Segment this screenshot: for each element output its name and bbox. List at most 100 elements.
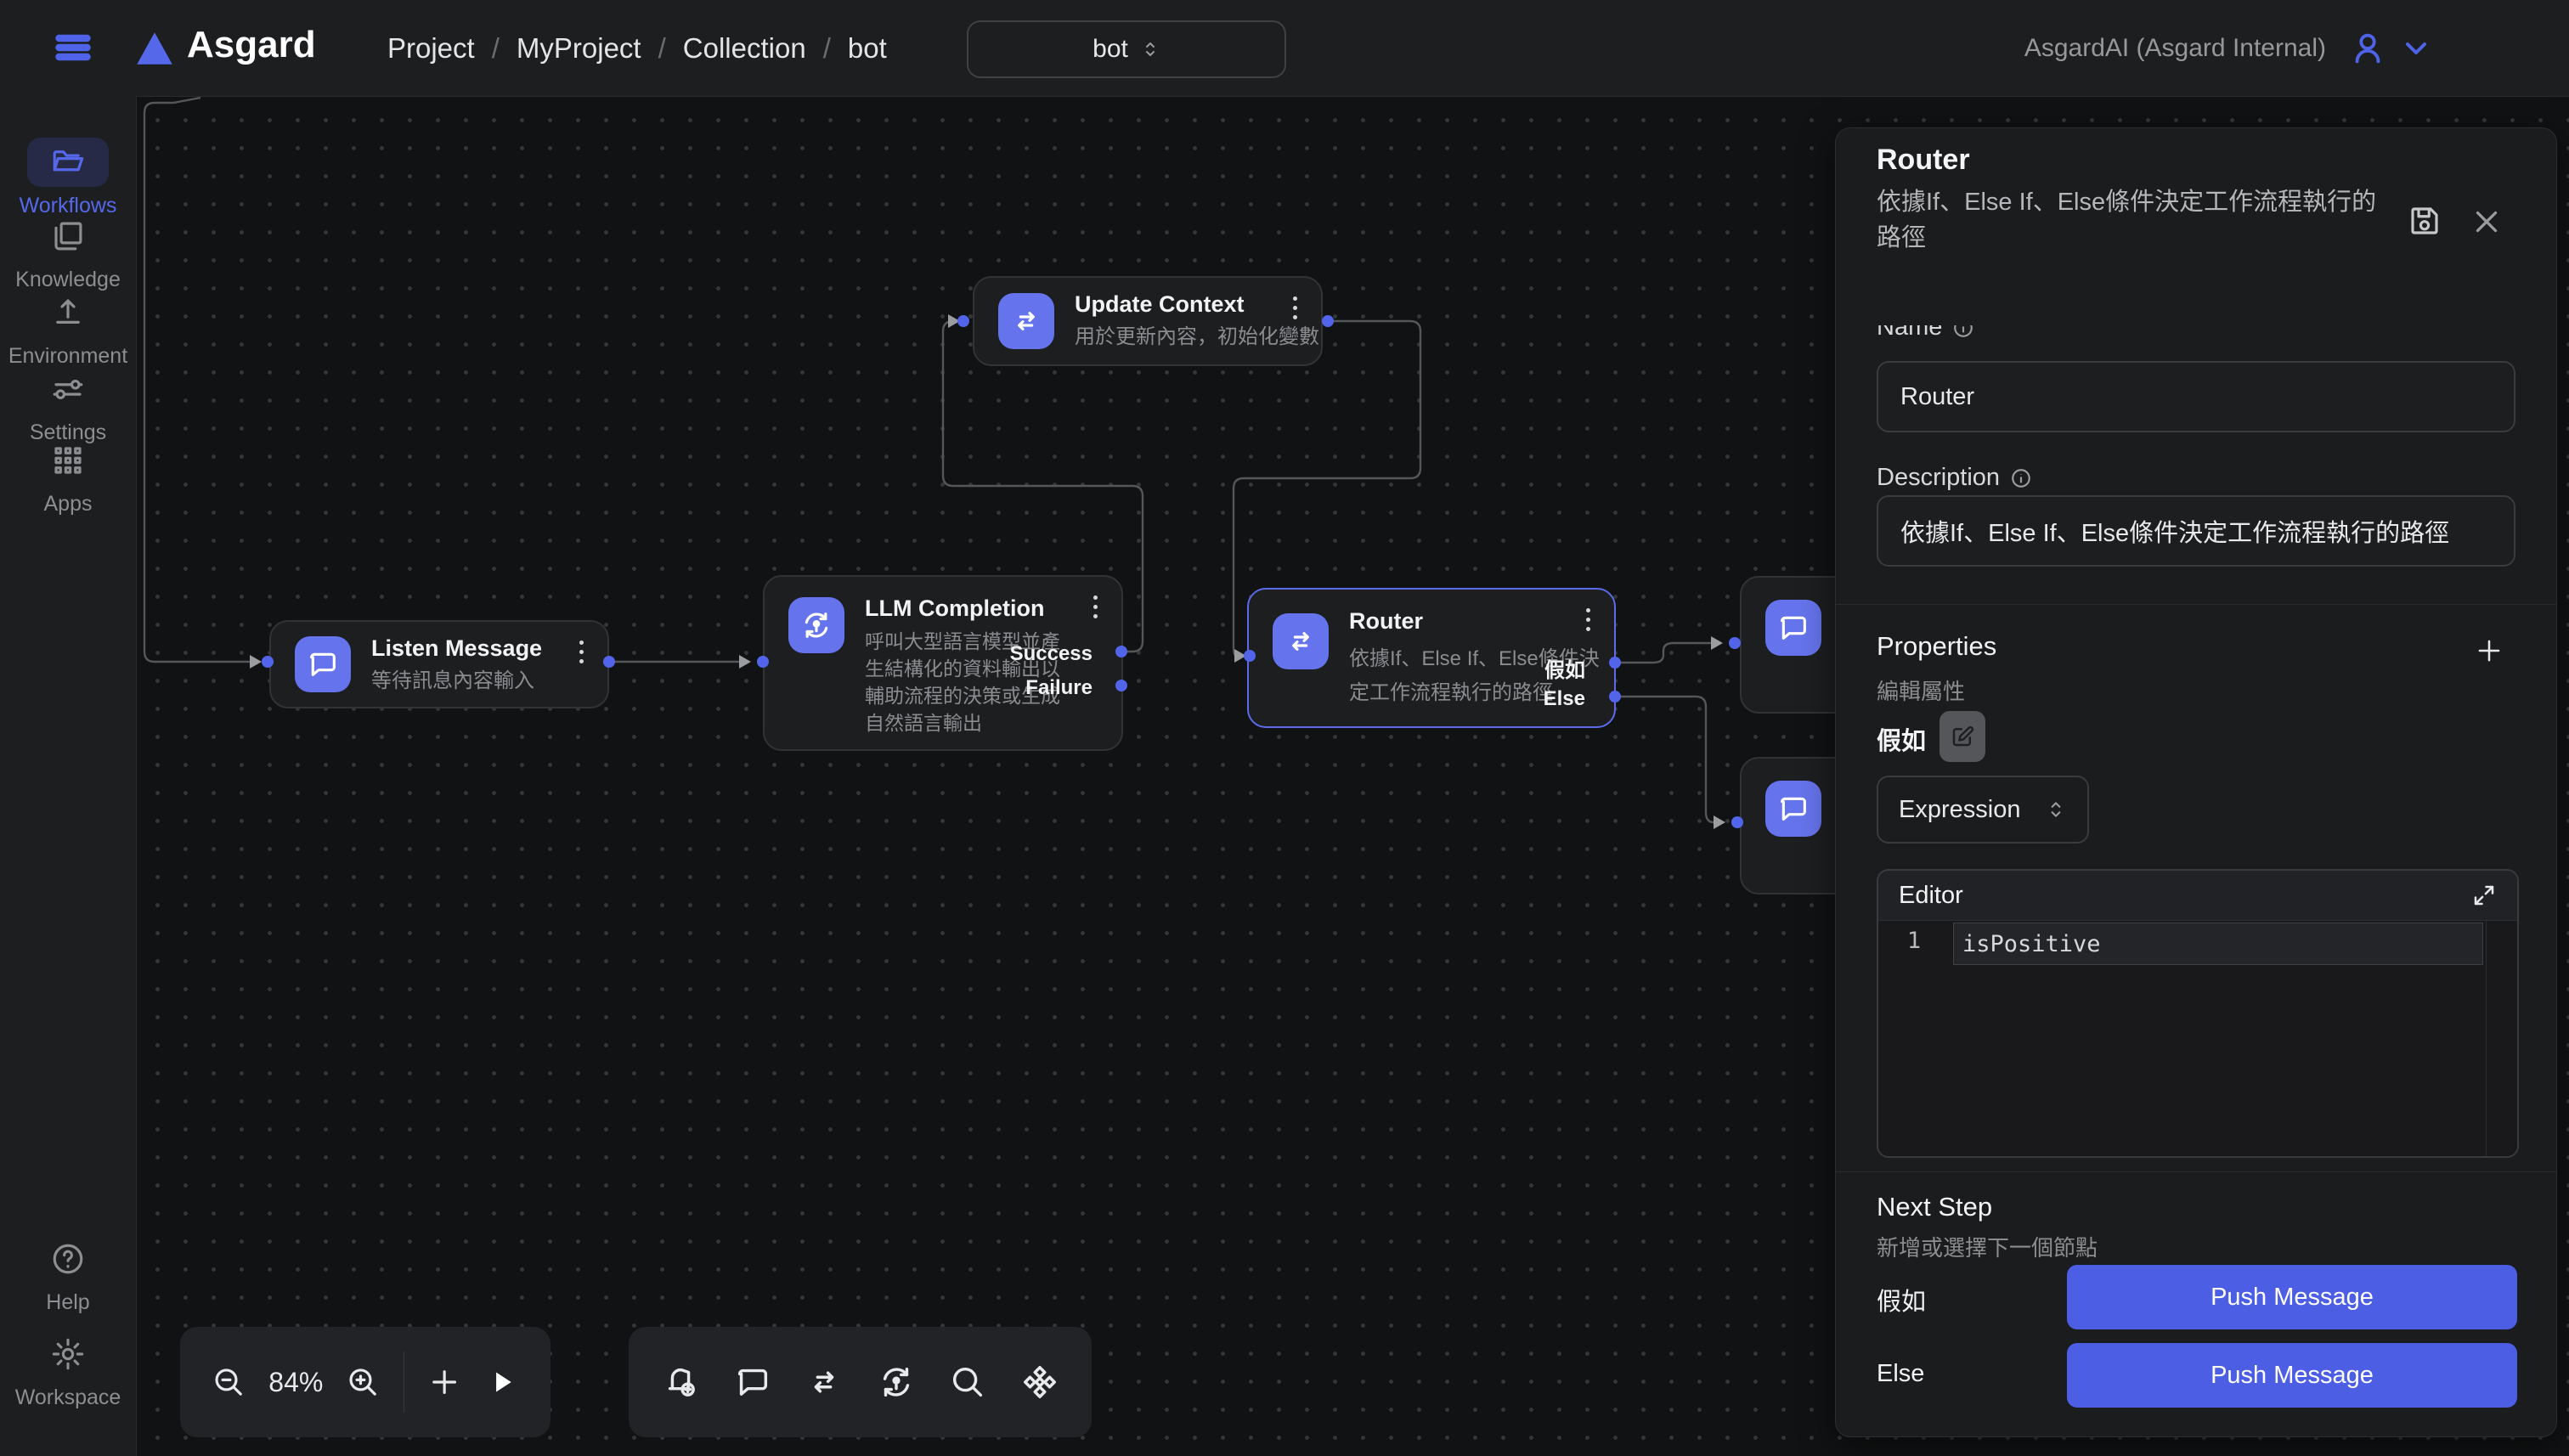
add-property-icon[interactable] <box>2473 635 2505 667</box>
listen-message-tool-icon[interactable] <box>661 1363 700 1402</box>
node-menu-icon[interactable] <box>1091 595 1099 624</box>
code-text: isPositive <box>1962 931 2101 957</box>
properties-title: Properties <box>1877 631 1996 662</box>
properties-subtitle: 編輯屬性 <box>1877 674 1965 706</box>
help-icon <box>50 1241 86 1277</box>
node-llm-completion[interactable]: LLM Completion 呼叫大型語言模型並產生結構化的資料輸出以輔助流程的… <box>763 575 1123 751</box>
name-input[interactable]: Router <box>1877 361 2515 432</box>
node-update-context[interactable]: Update Context 用於更新內容，初始化變數 <box>973 276 1323 366</box>
sidebar-item-workspace[interactable]: Workspace <box>0 1329 136 1410</box>
sidebar-item-knowledge[interactable]: Knowledge <box>0 212 136 292</box>
chevron-down-icon[interactable] <box>2399 31 2433 65</box>
info-icon <box>2010 467 2032 489</box>
gear-icon <box>50 1336 86 1372</box>
llm-completion-tool-icon[interactable] <box>877 1363 916 1402</box>
editor-scrollbar[interactable] <box>2486 921 2487 1156</box>
upload-icon <box>50 295 86 330</box>
zoom-level: 84% <box>268 1367 323 1398</box>
update-context-tool-icon[interactable] <box>805 1363 844 1402</box>
description-input[interactable]: 依據If、Else If、Else條件決定工作流程執行的路徑 <box>1877 495 2515 567</box>
description-label: Description <box>1877 464 2000 492</box>
zoom-out-icon[interactable] <box>211 1363 246 1402</box>
node-menu-icon[interactable] <box>1584 608 1592 636</box>
sidebar-item-settings[interactable]: Settings <box>0 364 136 445</box>
node-router[interactable]: Router 依據If、Else If、Else條件決定工作流程執行的路徑 假如… <box>1247 588 1616 728</box>
node-palette-toolbar <box>629 1327 1092 1437</box>
book-icon <box>50 218 86 254</box>
panel-title: Router <box>1877 144 1970 177</box>
name-label-clipped: Name <box>1877 325 1974 347</box>
hamburger-menu-icon[interactable] <box>53 29 93 66</box>
add-icon[interactable] <box>426 1363 462 1402</box>
node-title: Router <box>1349 608 1423 635</box>
node-title: Listen Message <box>371 635 542 662</box>
port-else[interactable]: Else <box>1544 687 1585 711</box>
next-step-row-label: 假如 <box>1877 1282 1926 1318</box>
property-name: 假如 <box>1877 721 1926 757</box>
breadcrumb-collection[interactable]: Collection <box>683 32 806 65</box>
workflow-select-value: bot <box>1093 35 1128 64</box>
info-icon <box>1952 325 1974 339</box>
active-line: isPositive <box>1953 923 2483 965</box>
node-menu-icon[interactable] <box>577 641 585 669</box>
run-icon[interactable] <box>484 1363 520 1402</box>
code-area[interactable]: 1 isPositive <box>1878 921 2517 1156</box>
sidebar-item-help[interactable]: Help <box>0 1234 136 1315</box>
node-settings-panel: Router 依據If、Else If、Else條件決定工作流程執行的路徑 Na… <box>1835 127 2557 1437</box>
port-if[interactable]: 假如 <box>1544 653 1585 683</box>
breadcrumb-myproject[interactable]: MyProject <box>517 32 641 65</box>
swap-arrows-icon <box>1273 613 1329 669</box>
push-message-tool-icon[interactable] <box>733 1363 772 1402</box>
apps-grid-icon <box>50 443 86 478</box>
message-bubble-icon <box>1765 600 1821 656</box>
property-type-select[interactable]: Expression <box>1877 776 2089 844</box>
sliders-icon <box>50 371 86 407</box>
nodes-diamond-icon[interactable] <box>1020 1363 1059 1402</box>
panel-divider <box>1836 604 2556 605</box>
sidebar-item-environment[interactable]: Environment <box>0 288 136 369</box>
asgard-logo-icon[interactable] <box>133 27 177 70</box>
node-subtitle: 等待訊息內容輸入 <box>371 668 534 695</box>
sidebar-item-apps[interactable]: Apps <box>0 436 136 516</box>
swap-arrows-icon <box>998 293 1054 349</box>
node-title: LLM Completion <box>865 595 1044 622</box>
logo-text[interactable]: Asgard <box>187 24 316 66</box>
save-icon[interactable] <box>2407 203 2442 239</box>
next-step-row-label: Else <box>1877 1360 1924 1388</box>
node-subtitle: 用於更新內容，初始化變數 <box>1075 324 1319 351</box>
zoom-toolbar: 84% <box>180 1327 550 1437</box>
account-area[interactable]: AsgardAI (Asgard Internal) <box>2024 0 2433 96</box>
breadcrumb-bot[interactable]: bot <box>848 32 887 65</box>
next-step-subtitle: 新增或選擇下一個節點 <box>1877 1231 2098 1262</box>
panel-description: 依據If、Else If、Else條件決定工作流程執行的路徑 <box>1877 184 2386 256</box>
node-title: Update Context <box>1075 291 1245 318</box>
edit-property-button[interactable] <box>1939 711 1985 762</box>
push-message-button-else[interactable]: Push Message <box>2067 1343 2517 1408</box>
property-type-value: Expression <box>1899 796 2020 824</box>
expand-icon[interactable] <box>2471 883 2497 908</box>
search-tool-icon[interactable] <box>948 1363 987 1402</box>
node-listen-message[interactable]: Listen Message 等待訊息內容輸入 <box>269 620 609 708</box>
llm-bulb-icon <box>788 597 844 653</box>
account-label: AsgardAI (Asgard Internal) <box>2024 34 2326 63</box>
node-menu-icon[interactable] <box>1290 296 1299 324</box>
push-message-button-if[interactable]: Push Message <box>2067 1265 2517 1329</box>
folder-icon <box>50 144 86 180</box>
edit-pencil-icon <box>1950 724 1975 749</box>
workflow-select[interactable]: bot <box>967 20 1286 78</box>
zoom-in-icon[interactable] <box>345 1363 381 1402</box>
editor-title: Editor <box>1899 882 1963 910</box>
next-step-title: Next Step <box>1877 1192 1992 1222</box>
select-chevrons-icon <box>1140 39 1160 59</box>
message-bubble-icon <box>1765 781 1821 837</box>
breadcrumb: Project/ MyProject/ Collection/ bot <box>387 0 887 96</box>
asgard-workflow-app: { "topbar": { "logo_text": "Asgard", "br… <box>0 0 2569 1456</box>
name-label: Name <box>1877 325 1942 341</box>
user-icon[interactable] <box>2348 29 2387 68</box>
breadcrumb-project[interactable]: Project <box>387 32 475 65</box>
line-number: 1 <box>1878 928 1950 954</box>
port-success[interactable]: Success <box>1010 642 1093 666</box>
sidebar-item-workflows[interactable]: Workflows <box>0 138 136 218</box>
close-icon[interactable] <box>2471 206 2502 237</box>
port-failure[interactable]: Failure <box>1025 676 1093 700</box>
